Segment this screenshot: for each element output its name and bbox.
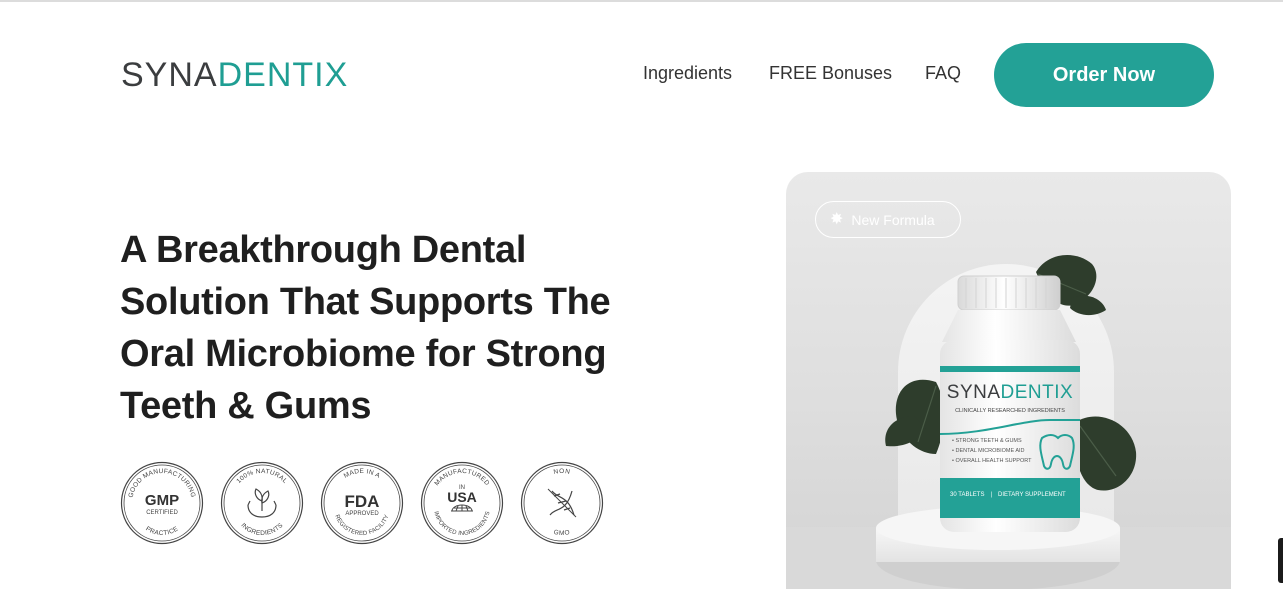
bottle-tagline: CLINICALLY RESEARCHED INGREDIENTS: [955, 408, 1065, 414]
natural-ingredients-badge: 100% NATURAL INGREDIENTS: [220, 461, 304, 545]
bottle-bullet-1: • STRONG TEETH & GUMS: [952, 438, 1022, 444]
natural-badge-bottom-text: INGREDIENTS: [239, 522, 284, 537]
top-divider: [0, 0, 1283, 2]
trust-badges: GOOD MANUFACTURING GMP CERTIFIED PRACTIC…: [120, 461, 604, 545]
product-image-card: SYNADENTIX CLINICALLY RESEARCHED INGREDI…: [786, 172, 1231, 589]
nav-link-ingredients[interactable]: Ingredients: [643, 63, 732, 87]
bottle-bullets: • STRONG TEETH & GUMS • DENTAL MICROBIOM…: [952, 436, 1042, 466]
bottle-brand-part2: DENTIX: [1000, 382, 1074, 403]
gmp-badge-sub-text: CERTIFIED: [146, 510, 178, 516]
fda-badge: MADE IN A FDA APPROVED REGISTERED FACILI…: [320, 461, 404, 545]
logo-text-part1: SYNA: [121, 56, 218, 94]
svg-text:100% NATURAL: 100% NATURAL: [235, 468, 288, 485]
fda-badge-top-text: MADE IN A: [343, 468, 382, 480]
bottle-count: 30 TABLETS: [950, 492, 985, 498]
order-now-button[interactable]: Order Now: [994, 43, 1214, 107]
bottle-brand-part1: SYNA: [946, 382, 1001, 403]
fda-badge-sub-text: APPROVED: [345, 511, 379, 517]
usa-badge-bottom-text: IMPORTED INGREDIENTS: [432, 511, 491, 537]
svg-text:REGISTERED FACILITY: REGISTERED FACILITY: [333, 514, 390, 537]
fda-badge-bottom-text: REGISTERED FACILITY: [333, 514, 390, 537]
nav-link-free-bonuses[interactable]: FREE Bonuses: [769, 63, 892, 87]
nav-link-faq[interactable]: FAQ: [925, 63, 961, 87]
bottle-bullet-3: • OVERALL HEALTH SUPPORT: [952, 458, 1032, 464]
non-gmo-badge-top-text: NON: [553, 468, 570, 476]
svg-text:IMPORTED INGREDIENTS: IMPORTED INGREDIENTS: [432, 511, 491, 537]
svg-text:INGREDIENTS: INGREDIENTS: [239, 522, 284, 537]
hands-leaf-icon: [247, 488, 277, 518]
gmp-badge-main-text: GMP: [145, 492, 179, 509]
natural-badge-top-text: 100% NATURAL: [235, 468, 288, 485]
new-formula-label: New Formula: [851, 211, 935, 228]
fda-badge-main-text: FDA: [345, 492, 380, 511]
gmp-badge-bottom-text: PRACTICE: [144, 525, 179, 537]
bottle-bullet-2: • DENTAL MICROBIOME AID: [952, 448, 1025, 454]
globe-icon: [451, 504, 473, 512]
hero-title: A Breakthrough Dental Solution That Supp…: [120, 229, 611, 427]
new-formula-pill: ✸ New Formula: [815, 201, 961, 238]
non-gmo-badge: NON GMO: [520, 461, 604, 545]
svg-text:PRACTICE: PRACTICE: [144, 525, 180, 537]
logo-text-part2: DENTIX: [217, 56, 349, 94]
bottle-divider: |: [990, 492, 993, 498]
side-scroll-tab[interactable]: [1278, 538, 1283, 583]
usa-badge-main-text: USA: [447, 489, 477, 505]
site-logo[interactable]: SYNADENTIX: [121, 56, 348, 94]
svg-text:NON: NON: [553, 468, 571, 476]
bottle-brand: SYNADENTIX: [940, 382, 1080, 404]
sparkle-icon: ✸: [830, 210, 844, 228]
bottle-type: DIETARY SUPPLEMENT: [998, 492, 1066, 498]
non-gmo-badge-bottom-text: GMO: [553, 529, 570, 537]
dna-icon: [547, 488, 577, 518]
usa-badge: MANUFACTURED IN USA IMPORTED INGREDIENTS: [420, 461, 504, 545]
bottle-footer: 30 TABLETS | DIETARY SUPPLEMENT: [950, 492, 1074, 498]
svg-text:MADE IN A: MADE IN A: [343, 468, 382, 480]
svg-text:GMO: GMO: [553, 529, 571, 537]
gmp-badge: GOOD MANUFACTURING GMP CERTIFIED PRACTIC…: [120, 461, 204, 545]
